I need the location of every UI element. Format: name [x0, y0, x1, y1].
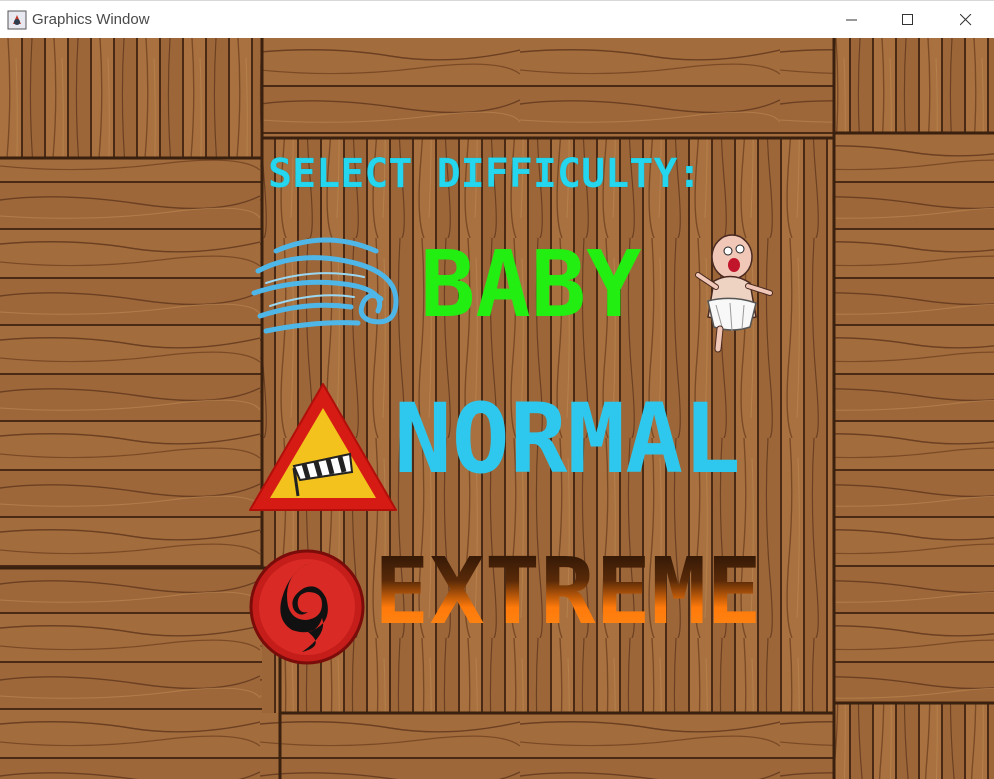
baby-diaper-icon	[695, 234, 773, 353]
hurricane-symbol-icon	[249, 549, 365, 665]
wind-gust-icon	[251, 237, 399, 334]
minimize-button[interactable]	[829, 1, 875, 39]
window-title: Graphics Window	[32, 11, 150, 28]
maximize-button[interactable]	[885, 1, 931, 39]
graphics-window: Graphics Window SELECT DIFFICULTY: BABY …	[0, 0, 994, 779]
difficulty-option-baby[interactable]: BABY	[246, 231, 776, 361]
difficulty-option-normal[interactable]: NORMAL	[246, 378, 766, 518]
difficulty-option-extreme[interactable]: EXTREME	[246, 538, 776, 668]
baby-label: BABY	[420, 231, 642, 338]
extreme-label: EXTREME	[374, 538, 762, 645]
normal-label: NORMAL	[394, 383, 741, 495]
java-icon	[7, 10, 27, 30]
game-canvas: SELECT DIFFICULTY: BABY NORMAL EXTREME	[0, 38, 994, 779]
select-difficulty-heading: SELECT DIFFICULTY:	[268, 151, 702, 198]
close-button[interactable]	[943, 1, 989, 39]
title-bar[interactable]: Graphics Window	[0, 0, 994, 38]
windsock-warning-sign-icon	[249, 383, 397, 511]
close-icon	[960, 14, 972, 26]
maximize-icon	[902, 14, 913, 25]
minimize-icon	[846, 19, 857, 21]
